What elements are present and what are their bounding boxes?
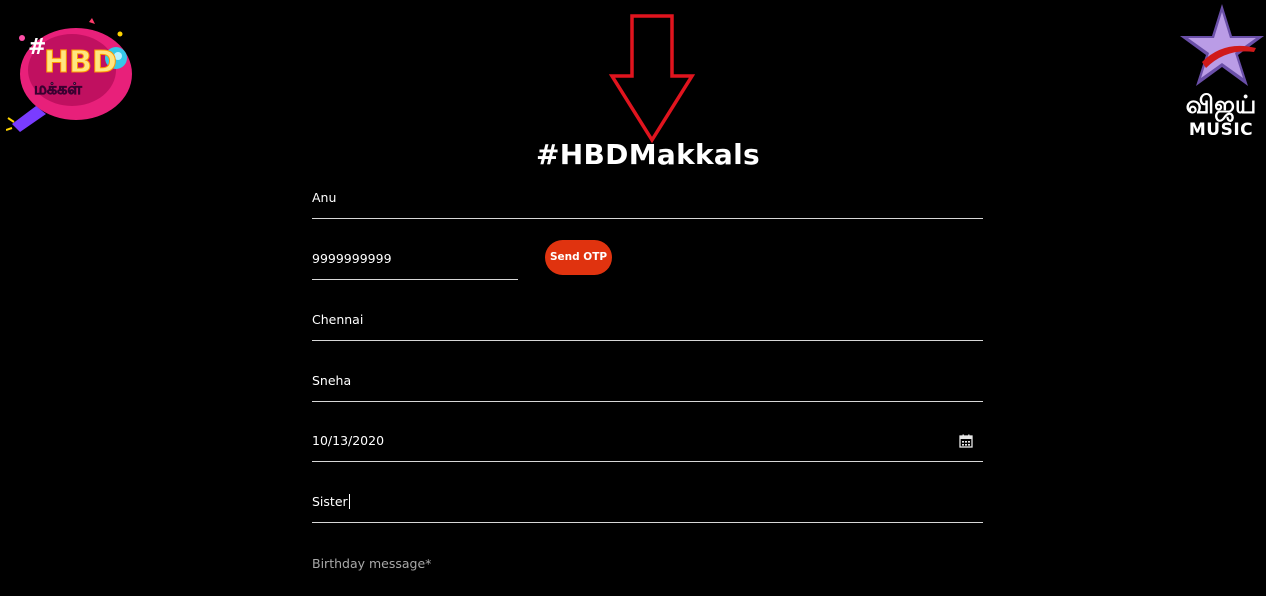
- arrow-down-icon: [608, 14, 696, 144]
- city-field[interactable]: Chennai: [312, 304, 983, 341]
- name-value: Anu: [312, 190, 337, 205]
- hbd-makkal-logo: # HBD மக்கள்: [5, 14, 134, 136]
- phone-field[interactable]: 9999999999: [312, 243, 518, 280]
- relation-value-wrap: Sister: [312, 494, 350, 509]
- text-cursor: [348, 494, 350, 509]
- name-field[interactable]: Anu: [312, 182, 983, 219]
- birthday-message-field[interactable]: Birthday message*: [312, 556, 431, 571]
- vijay-tamil-text: விஜய்: [1185, 90, 1257, 119]
- relation-value: Sister: [312, 494, 348, 509]
- svg-text:மக்கள்: மக்கள்: [34, 79, 82, 98]
- phone-value: 9999999999: [312, 251, 392, 266]
- page-title: #HBDMakkals: [536, 138, 760, 171]
- music-text: MUSIC: [1188, 120, 1254, 140]
- date-value: 10/13/2020: [312, 433, 385, 448]
- page: # HBD மக்கள் விஜய் MUSIC #HBDMakkals Anu…: [0, 0, 1266, 596]
- friend-name-field[interactable]: Sneha: [312, 365, 983, 402]
- svg-text:HBD: HBD: [44, 45, 117, 80]
- send-otp-button[interactable]: Send OTP: [545, 240, 612, 275]
- city-value: Chennai: [312, 312, 364, 327]
- vijay-music-logo: விஜய் MUSIC: [1176, 2, 1266, 140]
- birthday-date-field[interactable]: 10/13/2020: [312, 425, 983, 462]
- relation-field[interactable]: Sister: [312, 486, 983, 523]
- calendar-icon[interactable]: [959, 434, 973, 448]
- friend-name-value: Sneha: [312, 373, 352, 388]
